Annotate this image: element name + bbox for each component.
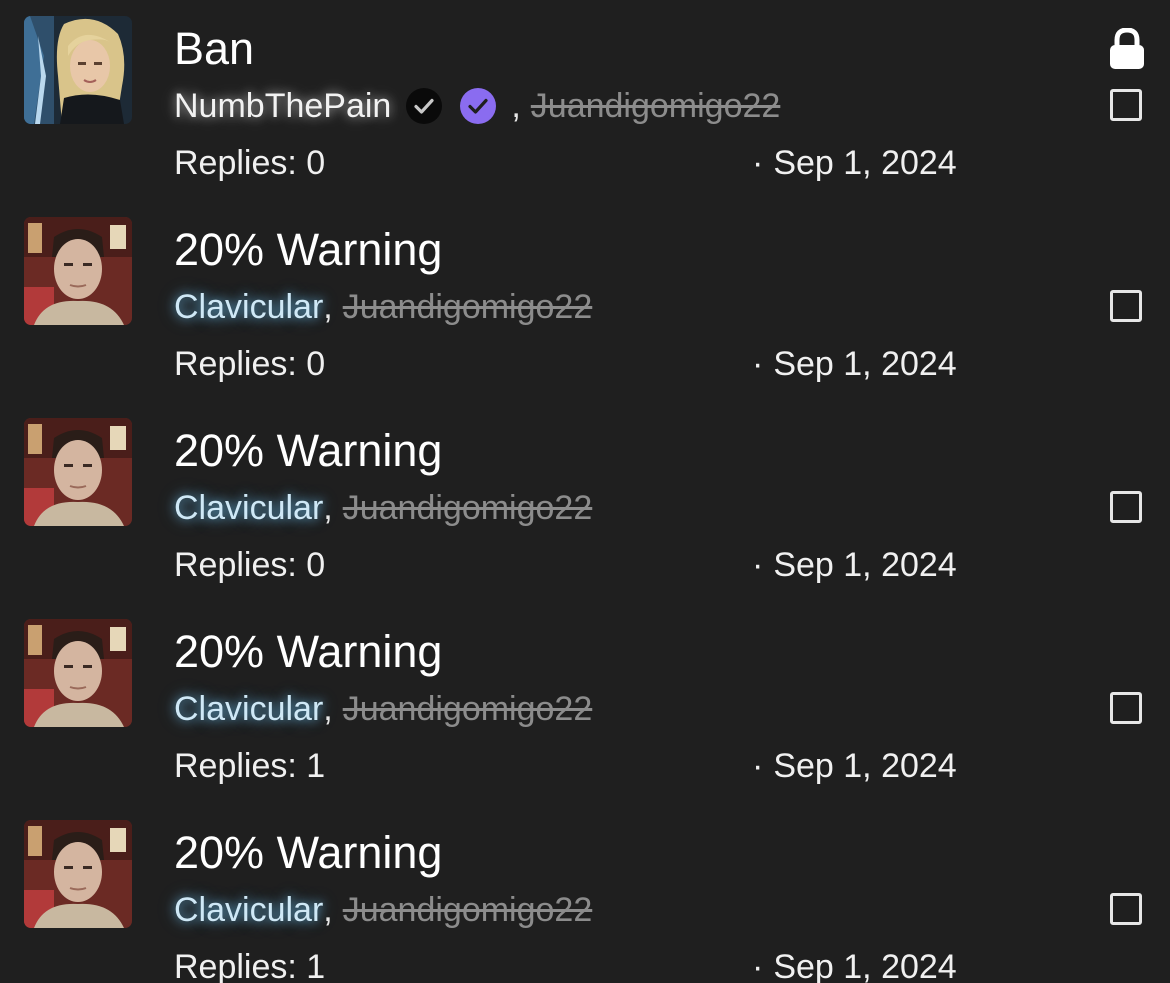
date-dot: · — [752, 546, 764, 584]
thread-date: · Sep 1, 2024 — [752, 342, 957, 386]
last-reply-user[interactable]: Juandigomigo22 — [343, 888, 593, 932]
byline-separator: , — [323, 489, 333, 527]
last-reply-user[interactable]: Juandigomigo22 — [343, 285, 593, 329]
thread-byline: Clavicular, Juandigomigo22 — [174, 486, 592, 530]
byline-separator: , — [323, 891, 333, 929]
thread-author[interactable]: Clavicular — [174, 888, 323, 932]
thread-row[interactable]: 20% Warning Clavicular, Juandigomigo22 R… — [0, 201, 1170, 402]
reply-count: Replies: 0 — [174, 144, 326, 182]
last-reply-user[interactable]: Juandigomigo22 — [343, 687, 593, 731]
last-reply-user[interactable]: Juandigomigo22 — [343, 486, 593, 530]
woman-blonde-avatar[interactable] — [24, 16, 132, 124]
lock-icon — [1108, 28, 1146, 70]
thread-title[interactable]: 20% Warning — [174, 625, 442, 679]
thread-title[interactable]: 20% Warning — [174, 826, 442, 880]
thread-date: · Sep 1, 2024 — [752, 141, 957, 185]
date-text: Sep 1, 2024 — [773, 747, 957, 785]
thread-byline: Clavicular, Juandigomigo22 — [174, 285, 592, 329]
byline-separator: , — [323, 690, 333, 728]
date-text: Sep 1, 2024 — [773, 345, 957, 383]
thread-author[interactable]: Clavicular — [174, 486, 323, 530]
man-selfie-avatar[interactable] — [24, 418, 132, 526]
thread-row[interactable]: 20% Warning Clavicular, Juandigomigo22 R… — [0, 804, 1170, 983]
reply-count: Replies: 0 — [174, 345, 326, 383]
thread-author[interactable]: NumbThePain — [174, 84, 391, 128]
thread-title[interactable]: 20% Warning — [174, 424, 442, 478]
black-verified-check-icon — [405, 87, 443, 125]
man-selfie-avatar[interactable] — [24, 217, 132, 325]
date-dot: · — [752, 948, 764, 983]
date-dot: · — [752, 345, 764, 383]
man-selfie-avatar[interactable] — [24, 820, 132, 928]
date-dot: · — [752, 747, 764, 785]
purple-verified-check-icon — [459, 87, 497, 125]
thread-author[interactable]: Clavicular — [174, 285, 323, 329]
select-checkbox[interactable] — [1110, 89, 1142, 121]
thread-title[interactable]: 20% Warning — [174, 223, 442, 277]
date-text: Sep 1, 2024 — [773, 144, 957, 182]
thread-byline: Clavicular, Juandigomigo22 — [174, 687, 592, 731]
thread-byline: Clavicular, Juandigomigo22 — [174, 888, 592, 932]
thread-date: · Sep 1, 2024 — [752, 744, 957, 788]
thread-title[interactable]: Ban — [174, 22, 254, 76]
thread-row[interactable]: 20% Warning Clavicular, Juandigomigo22 R… — [0, 402, 1170, 603]
reply-count: Replies: 1 — [174, 948, 326, 983]
select-checkbox[interactable] — [1110, 893, 1142, 925]
thread-author[interactable]: Clavicular — [174, 687, 323, 731]
thread-row[interactable]: 20% Warning Clavicular, Juandigomigo22 R… — [0, 603, 1170, 804]
select-checkbox[interactable] — [1110, 491, 1142, 523]
select-checkbox[interactable] — [1110, 692, 1142, 724]
thread-date: · Sep 1, 2024 — [752, 543, 957, 587]
date-text: Sep 1, 2024 — [773, 546, 957, 584]
last-reply-user[interactable]: Juandigomigo22 — [531, 84, 781, 128]
select-checkbox[interactable] — [1110, 290, 1142, 322]
man-selfie-avatar[interactable] — [24, 619, 132, 727]
date-dot: · — [752, 144, 764, 182]
date-text: Sep 1, 2024 — [773, 948, 957, 983]
reply-count: Replies: 0 — [174, 546, 326, 584]
reply-count: Replies: 1 — [174, 747, 326, 785]
byline-separator: , — [323, 288, 333, 326]
thread-byline: NumbThePain , Juandigomigo22 — [174, 84, 780, 128]
thread-date: · Sep 1, 2024 — [752, 945, 957, 983]
thread-list: Ban NumbThePain , Juandigomigo22 Replies… — [0, 0, 1170, 983]
byline-separator: , — [511, 87, 521, 125]
thread-row[interactable]: Ban NumbThePain , Juandigomigo22 Replies… — [0, 0, 1170, 201]
